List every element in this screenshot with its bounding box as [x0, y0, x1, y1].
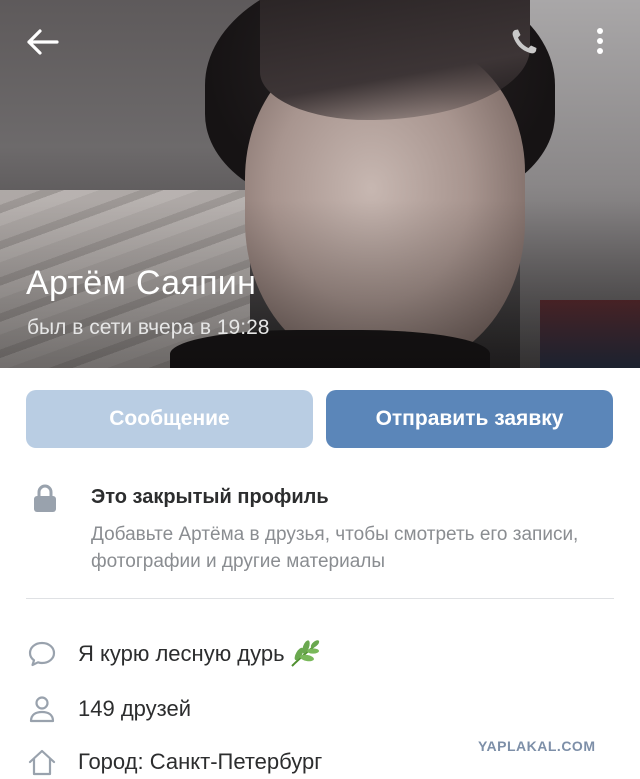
lock-icon	[34, 484, 56, 512]
speech-bubble-icon	[28, 641, 56, 667]
arrow-left-icon	[27, 29, 59, 55]
watermark: YAPLAKAL.COM	[478, 738, 596, 754]
section-divider	[26, 598, 614, 599]
phone-icon	[512, 29, 537, 54]
home-icon	[28, 749, 56, 776]
send-friend-request-button[interactable]: Отправить заявку	[326, 390, 613, 448]
private-profile-title: Это закрытый профиль	[91, 486, 329, 508]
friends-count[interactable]: 149 друзей	[78, 696, 191, 722]
status-text: Я курю лесную дурь	[78, 641, 285, 666]
profile-name: Артём Саяпин	[26, 264, 257, 302]
profile-cover-photo[interactable]: Артём Саяпин был в сети вчера в 19:28	[0, 0, 640, 368]
person-icon	[29, 696, 55, 723]
more-vertical-icon	[597, 28, 603, 54]
herb-icon	[290, 640, 319, 667]
last-seen-status: был в сети вчера в 19:28	[27, 316, 270, 339]
private-profile-description: Добавьте Артёма в друзья, чтобы смотреть…	[91, 524, 579, 572]
more-menu-button[interactable]	[588, 26, 612, 58]
city-text: Город: Санкт-Петербург	[78, 749, 323, 774]
friends-row[interactable]: 149 друзей	[26, 692, 191, 726]
city-row: Город: Санкт-Петербург	[26, 745, 322, 779]
back-button[interactable]	[26, 28, 60, 56]
status-row: Я курю лесную дурь	[26, 637, 321, 671]
call-button[interactable]	[508, 26, 540, 58]
message-button[interactable]: Сообщение	[26, 390, 313, 448]
